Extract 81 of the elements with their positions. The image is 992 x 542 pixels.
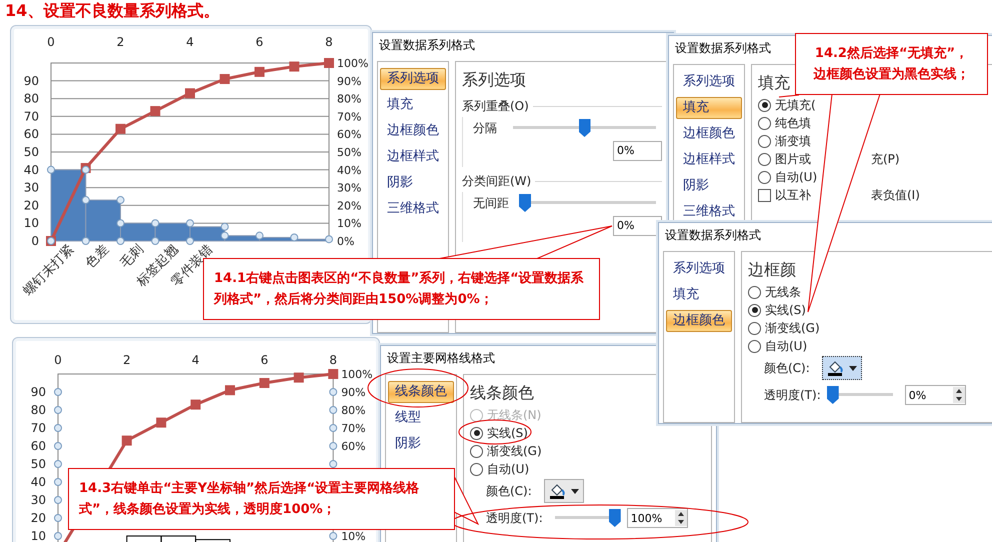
axis-label: 8 <box>329 353 338 367</box>
axis-label: 40 <box>30 475 46 489</box>
radio-label: 渐变线(G) <box>487 442 542 460</box>
axis-label: 30 <box>24 180 39 195</box>
axis-label: 70 <box>30 421 46 435</box>
category-label: 毛刺 <box>118 242 147 272</box>
radio-label: 图片或 <box>775 150 811 168</box>
panel-heading: 边框颜 <box>748 259 796 281</box>
radio-label: 自动(U) <box>487 460 530 478</box>
axis-label: 60% <box>337 128 362 142</box>
axis-label: 70% <box>341 422 366 435</box>
field-label: 颜色(C): <box>486 482 532 500</box>
axis-label: 10% <box>341 530 366 542</box>
group-label: 系列重叠(O) <box>462 98 529 115</box>
axis-label: 0 <box>47 35 55 49</box>
checkbox-label: 以互补 <box>775 186 811 204</box>
axis-label: 70% <box>337 110 362 124</box>
axis-label: 10% <box>337 217 362 230</box>
slider-label: 无间距 <box>473 194 509 212</box>
radio-label: 实线(S) <box>765 302 806 318</box>
axis-label: 90% <box>341 386 366 399</box>
axis-label: 60% <box>341 440 366 453</box>
axis-label: 0 <box>54 353 62 367</box>
axis-label: 80% <box>341 404 366 417</box>
axis-label: 20 <box>30 511 46 525</box>
axis-label: 6 <box>260 353 268 367</box>
panel-heading: 线条颜色 <box>470 382 534 404</box>
axis-label: 90 <box>30 385 46 399</box>
slider-label: 分隔 <box>473 120 497 136</box>
axis-label: 90% <box>337 74 362 88</box>
checkbox-label: 表负值(I) <box>871 186 920 204</box>
axis-label: 10 <box>30 529 46 542</box>
panel-heading: 填充 <box>758 72 790 94</box>
category-label: 色差 <box>82 242 112 272</box>
callout-note: 14.2然后选择“无填充”，边框颜色设置为黑色实线； <box>795 33 988 95</box>
axis-label: 80 <box>30 403 46 417</box>
axis-label: 2 <box>116 35 124 49</box>
axis-label: 30 <box>30 493 46 507</box>
axis-label: 100% <box>337 57 368 70</box>
axis-label: 0 <box>31 234 39 248</box>
dialog-title: 设置数据系列格式 <box>664 227 762 244</box>
axis-label: 2 <box>122 353 131 367</box>
dialog-title: 设置数据系列格式 <box>378 37 476 54</box>
axis-label: 90 <box>24 74 39 88</box>
axis-label: 8 <box>325 35 333 49</box>
axis-label: 50 <box>24 145 39 159</box>
axis-label: 60 <box>24 127 39 142</box>
axis-label: 6 <box>256 35 264 49</box>
axis-label: 60 <box>30 439 46 453</box>
axis-label: 4 <box>192 353 200 367</box>
axis-label: 20% <box>337 199 362 212</box>
group-label: 分类间距(W) <box>462 173 532 190</box>
panel-heading: 系列选项 <box>462 69 526 91</box>
axis-label: 50% <box>337 146 362 159</box>
axis-label: 0% <box>337 235 354 248</box>
axis-label: 70 <box>24 109 39 124</box>
radio-label: 纯色填 <box>775 114 811 132</box>
axis-label: 10 <box>24 216 39 230</box>
radio-label: 实线(S) <box>487 424 528 442</box>
radio-label: 自动(U) <box>765 338 808 354</box>
field-label: 透明度(T): <box>486 510 543 526</box>
axis-label: 80 <box>24 92 39 106</box>
axis-label: 30% <box>337 182 362 195</box>
dialog-title: 设置主要网格线格式 <box>386 350 496 367</box>
radio-label: 渐变填 <box>775 132 811 150</box>
axis-label: 40 <box>24 162 39 177</box>
dialog-title: 设置数据系列格式 <box>674 40 772 57</box>
radio-label: 无线条 <box>765 284 801 300</box>
step-title: 14、设置不良数量系列格式。 <box>5 0 220 22</box>
axis-label: 100% <box>341 368 373 381</box>
axis-label: 50 <box>30 457 46 471</box>
axis-label: 40% <box>337 164 362 177</box>
radio-label: 自动(U) <box>775 168 818 186</box>
axis-label: 4 <box>186 35 194 49</box>
field-label: 透明度(T): <box>764 386 821 404</box>
radio-label: 充(P) <box>871 150 900 168</box>
radio-label: 渐变线(G) <box>765 320 820 336</box>
radio-label: 无填充( <box>775 96 816 114</box>
axis-label: 80% <box>337 92 362 106</box>
field-label: 颜色(C): <box>764 360 810 376</box>
axis-label: 20 <box>24 198 39 212</box>
